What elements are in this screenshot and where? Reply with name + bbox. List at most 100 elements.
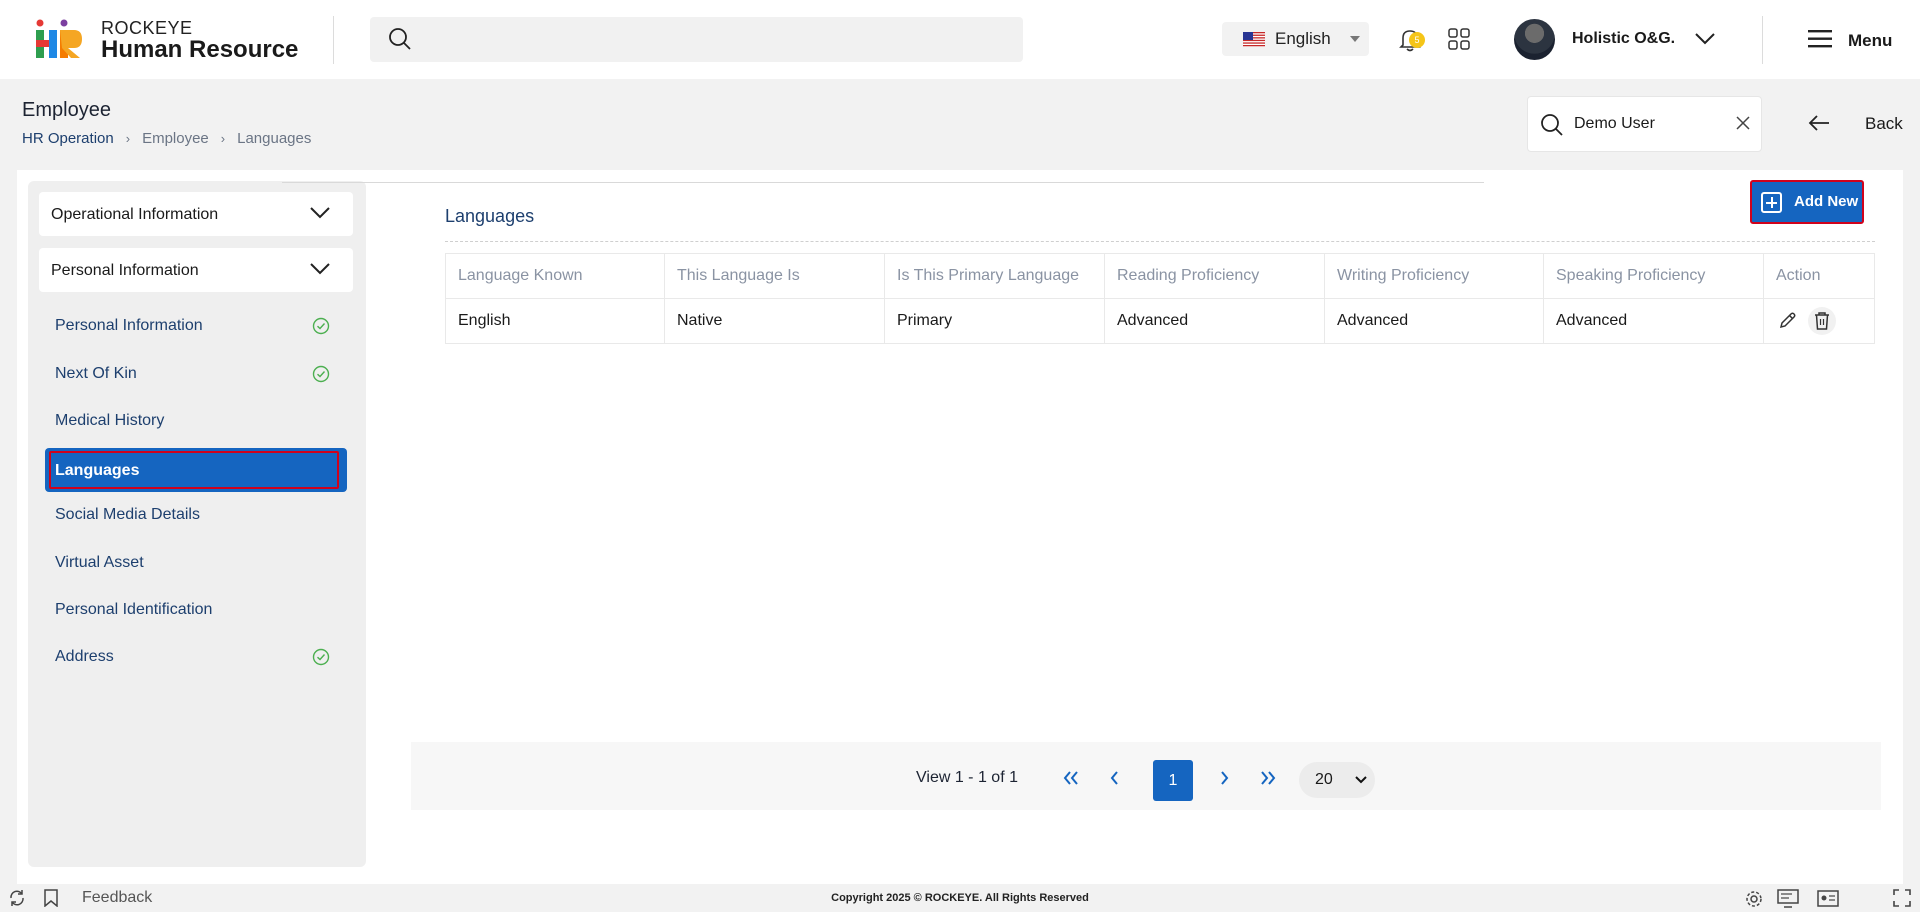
divider	[1762, 16, 1763, 64]
page-size-value: 20	[1315, 771, 1333, 788]
gear-icon[interactable]	[1744, 889, 1764, 909]
previous-page-icon[interactable]	[1110, 771, 1120, 785]
sidebar-item-personal-information[interactable]: Personal Information	[46, 304, 348, 348]
search-icon	[389, 28, 411, 50]
footer: Feedback Copyright 2025 © ROCKEYE. All R…	[0, 884, 1920, 912]
current-page-button[interactable]: 1	[1153, 760, 1193, 801]
add-new-button[interactable]: Add New	[1750, 180, 1864, 224]
plus-icon	[1761, 192, 1782, 213]
edit-icon[interactable]	[1776, 310, 1798, 332]
breadcrumb-item-hr-operation[interactable]: HR Operation	[22, 130, 114, 147]
column-header: Reading Proficiency	[1104, 253, 1325, 299]
check-circle-icon	[312, 317, 330, 335]
sidebar-item-label: Next Of Kin	[55, 365, 137, 382]
caret-down-icon	[1350, 36, 1360, 42]
pagination: View 1 - 1 of 1 1 20	[411, 742, 1881, 810]
section-label: Operational Information	[51, 206, 219, 223]
table-cell: Primary	[884, 298, 1105, 344]
last-page-icon[interactable]	[1260, 771, 1276, 785]
first-page-icon[interactable]	[1063, 771, 1079, 785]
column-header: Is This Primary Language	[884, 253, 1105, 299]
sidebar-item-address[interactable]: Address	[46, 635, 348, 679]
employee-search-value[interactable]: Demo User	[1574, 115, 1655, 133]
table-cell: English	[445, 298, 665, 344]
chevron-down-icon	[310, 263, 330, 275]
pagination-info: View 1 - 1 of 1	[916, 769, 1018, 786]
sidebar-item-virtual-asset[interactable]: Virtual Asset	[46, 541, 348, 585]
sidebar-item-personal-identification[interactable]: Personal Identification	[46, 588, 348, 632]
table-cell: Advanced	[1543, 298, 1764, 344]
search-icon	[1541, 114, 1563, 136]
employee-search[interactable]: Demo User	[1527, 96, 1762, 152]
column-header: Speaking Proficiency	[1543, 253, 1764, 299]
sidebar-item-label: Address	[55, 648, 114, 665]
global-search-input[interactable]	[424, 25, 1004, 53]
languages-table: Language Known This Language Is Is This …	[445, 253, 1875, 344]
add-new-label: Add New	[1794, 193, 1859, 210]
column-header: This Language Is	[664, 253, 885, 299]
sidebar-item-languages[interactable]: Languages	[45, 448, 347, 492]
close-icon[interactable]	[1736, 116, 1750, 130]
chevron-right-icon: ›	[220, 131, 226, 146]
sidebar-item-medical-history[interactable]: Medical History	[46, 399, 348, 443]
divider	[282, 182, 1484, 183]
next-page-icon[interactable]	[1219, 771, 1229, 785]
divider	[333, 16, 334, 64]
language-label: English	[1275, 29, 1331, 48]
column-header: Language Known	[445, 253, 665, 299]
table-cell: Native	[664, 298, 885, 344]
page-title: Employee	[22, 99, 111, 121]
top-bar: ROCKEYE Human Resource English 5 Holisti…	[0, 0, 1920, 79]
copyright-text: Copyright 2025 © ROCKEYE. All Rights Res…	[831, 892, 1089, 904]
sidebar-item-label: Virtual Asset	[55, 554, 144, 571]
sidebar-item-label: Personal Identification	[55, 601, 213, 618]
table-header-row: Language Known This Language Is Is This …	[445, 253, 1875, 299]
sidebar-item-social-media-details[interactable]: Social Media Details	[46, 493, 348, 537]
breadcrumb: HR Operation › Employee › Languages	[22, 130, 311, 147]
sidebar-item-next-of-kin[interactable]: Next Of Kin	[46, 352, 348, 396]
back-label: Back	[1865, 114, 1903, 133]
column-header: Action	[1763, 253, 1875, 299]
section-operational-information[interactable]: Operational Information	[39, 192, 353, 236]
chevron-down-icon	[1355, 776, 1367, 784]
user-name[interactable]: Holistic O&G.	[1572, 30, 1675, 48]
section-label: Personal Information	[51, 262, 199, 279]
id-card-icon[interactable]	[1817, 889, 1839, 909]
brand-title: Human Resource	[101, 36, 299, 63]
monitor-icon[interactable]	[1777, 889, 1799, 909]
table-cell: Advanced	[1104, 298, 1325, 344]
menu-label: Menu	[1848, 31, 1893, 50]
sidebar-item-label: Medical History	[55, 412, 165, 429]
delete-button[interactable]	[1808, 307, 1837, 335]
page-size-select[interactable]: 20	[1299, 762, 1375, 798]
breadcrumb-item-employee[interactable]: Employee	[142, 130, 209, 147]
section-personal-information[interactable]: Personal Information	[39, 248, 353, 292]
section-title: Languages	[445, 206, 535, 226]
table-row: English Native Primary Advanced Advanced…	[445, 298, 1875, 344]
global-search[interactable]	[370, 17, 1023, 62]
chevron-right-icon: ›	[125, 131, 131, 146]
arrow-left-icon	[1808, 115, 1829, 131]
chevron-down-icon[interactable]	[1694, 31, 1716, 47]
check-circle-icon	[312, 365, 330, 383]
sidebar-item-label: Social Media Details	[55, 506, 200, 523]
notification-badge: 5	[1409, 32, 1425, 48]
rockeye-logo-icon	[36, 19, 82, 58]
fullscreen-icon[interactable]	[1893, 889, 1911, 907]
hamburger-icon	[1808, 30, 1832, 48]
avatar[interactable]	[1514, 19, 1555, 60]
sidebar-item-label: Languages	[55, 462, 140, 479]
sidebar-item-label: Personal Information	[55, 317, 203, 334]
breadcrumb-item-languages: Languages	[237, 130, 312, 147]
action-cell	[1763, 298, 1875, 344]
table-cell: Advanced	[1324, 298, 1544, 344]
column-header: Writing Proficiency	[1324, 253, 1544, 299]
apps-grid-icon[interactable]	[1448, 28, 1470, 50]
language-select[interactable]: English	[1222, 22, 1369, 56]
check-circle-icon	[312, 648, 330, 666]
chevron-down-icon	[310, 207, 330, 219]
trash-icon	[1815, 312, 1830, 330]
us-flag-icon	[1243, 32, 1265, 47]
menu-button[interactable]: Menu	[1808, 28, 1908, 52]
divider	[445, 241, 1875, 242]
